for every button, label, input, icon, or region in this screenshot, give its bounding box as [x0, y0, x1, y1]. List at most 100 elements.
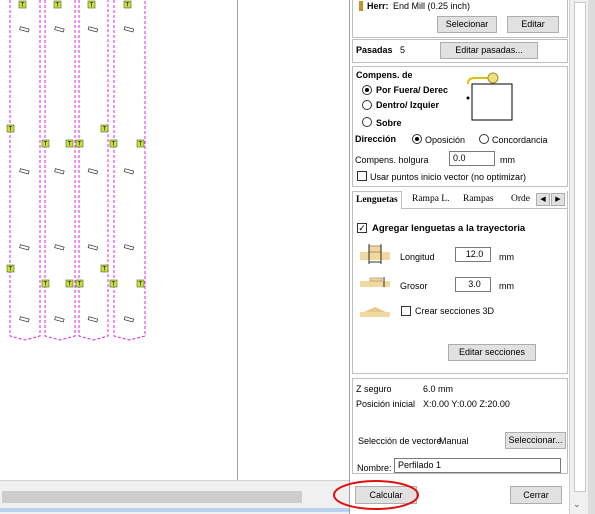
- vector-slot: [87, 244, 99, 251]
- select-vectors-button[interactable]: Seleccionar...: [505, 432, 566, 449]
- add-tabs-label: Agregar lenguetas a la trayectoria: [372, 223, 526, 234]
- vector-start-checkbox[interactable]: [357, 171, 367, 181]
- svg-text:T: T: [68, 282, 72, 288]
- tab-marker-icon[interactable]: T: [65, 279, 74, 288]
- edit-tabs-button[interactable]: Editar secciones: [448, 344, 536, 361]
- vector-slot: [19, 316, 30, 323]
- toolpath-panel: Herr: End Mill (0.25 inch) Selecionar Ed…: [333, 0, 569, 514]
- thickness-label: Grosor: [400, 281, 428, 291]
- drawing-canvas[interactable]: TTTTTTTTTTTTTTTTTT: [0, 0, 238, 480]
- name-field[interactable]: Perfilado 1: [394, 458, 561, 473]
- length-label: Longitud: [400, 252, 435, 262]
- vector-slot: [87, 168, 99, 175]
- vector-slot: [19, 26, 30, 33]
- tab-lenguetas[interactable]: Lenguetas: [352, 191, 402, 209]
- vector-start-label: Usar puntos inicio vector (no optimizar): [370, 172, 527, 182]
- thickness-field[interactable]: 3.0: [455, 277, 491, 292]
- offset-inside-radio[interactable]: [362, 100, 372, 110]
- offset-on-label: Sobre: [376, 118, 402, 128]
- tab-3d-icon: [360, 307, 390, 317]
- select-tool-button[interactable]: Selecionar: [437, 16, 497, 33]
- horizontal-scrollbar[interactable]: [0, 480, 349, 514]
- tab-marker-icon[interactable]: T: [123, 0, 132, 9]
- vector-slot: [54, 26, 65, 33]
- close-button[interactable]: Cerrar: [510, 486, 562, 504]
- highlight-circle: [333, 480, 419, 510]
- allowance-unit: mm: [500, 155, 515, 165]
- vertical-scrollbar[interactable]: ⌄: [569, 0, 595, 514]
- offset-outside-radio[interactable]: [362, 85, 372, 95]
- tab-scroll-right-icon[interactable]: ▶: [551, 193, 565, 206]
- svg-text:T: T: [21, 3, 25, 9]
- svg-text:T: T: [139, 282, 143, 288]
- svg-text:T: T: [9, 127, 13, 133]
- vector-slot: [54, 168, 65, 175]
- tab-marker-icon[interactable]: T: [136, 279, 145, 288]
- progress-strip: [0, 508, 349, 512]
- offset-section: Compens. de Por Fuera/ Derec Dentro/ Izq…: [352, 66, 568, 187]
- vector-slot: [19, 168, 30, 175]
- passes-count: 5: [400, 45, 406, 55]
- home-position-value: X:0.00 Y:0.00 Z:20.00: [423, 399, 510, 409]
- tab-orden[interactable]: Orde: [508, 191, 533, 209]
- toolpath-preview: T T T TTT T TTT TTT T TTT T: [6, 0, 146, 341]
- safe-z-label: Z seguro: [356, 384, 392, 394]
- scrollbar-track[interactable]: [2, 491, 302, 503]
- tab-marker-icon[interactable]: T: [109, 279, 118, 288]
- svg-text:T: T: [90, 3, 94, 9]
- tab-thickness-icon: [360, 277, 390, 287]
- tab-marker-icon[interactable]: T: [53, 0, 62, 9]
- tab-marker-icon[interactable]: T: [41, 139, 50, 148]
- offset-on-radio[interactable]: [362, 117, 372, 127]
- tab-length-icon: [360, 244, 390, 264]
- tab-marker-icon[interactable]: T: [65, 139, 74, 148]
- tool-label: Herr:: [367, 1, 389, 11]
- vector-slot: [54, 316, 65, 323]
- tab-marker-icon[interactable]: T: [6, 264, 15, 273]
- svg-text:T: T: [103, 127, 107, 133]
- allowance-field[interactable]: 0.0: [449, 151, 495, 166]
- create-3d-checkbox[interactable]: [401, 306, 411, 316]
- tab-marker-icon[interactable]: T: [87, 0, 96, 9]
- length-field[interactable]: 12.0: [455, 247, 491, 262]
- scrollbar-thumb[interactable]: [574, 2, 586, 492]
- scroll-down-icon[interactable]: ⌄: [573, 499, 581, 510]
- tool-section: Herr: End Mill (0.25 inch) Selecionar Ed…: [352, 0, 568, 38]
- svg-text:T: T: [9, 267, 13, 273]
- window-edge: [588, 0, 595, 514]
- vector-slot: [123, 168, 135, 175]
- vector-slot: [19, 244, 30, 251]
- tab-marker-icon[interactable]: T: [41, 279, 50, 288]
- length-unit: mm: [499, 252, 514, 262]
- name-label: Nombre:: [357, 463, 392, 473]
- offset-outside-label: Por Fuera/ Derec: [376, 85, 449, 95]
- svg-text:T: T: [78, 282, 82, 288]
- vector-slot: [87, 26, 99, 33]
- tab-marker-icon[interactable]: T: [100, 124, 109, 133]
- tab-marker-icon[interactable]: T: [18, 0, 27, 9]
- direction-conventional-radio[interactable]: [479, 134, 489, 144]
- tab-marker-icon[interactable]: T: [6, 124, 15, 133]
- tab-rampas[interactable]: Rampas: [460, 191, 497, 209]
- vector-slot: [123, 26, 135, 33]
- tab-marker-icon[interactable]: T: [100, 264, 109, 273]
- offset-title: Compens. de: [356, 70, 413, 80]
- tab-marker-icon[interactable]: T: [136, 139, 145, 148]
- tab-marker-icon[interactable]: T: [109, 139, 118, 148]
- create-3d-label: Crear secciones 3D: [415, 306, 495, 316]
- svg-text:T: T: [68, 142, 72, 148]
- tab-marker-icon[interactable]: T: [75, 279, 84, 288]
- end-mill-icon: [359, 1, 363, 11]
- vector-slot: [87, 316, 99, 323]
- vector-selection-label: Selección de vectore: [358, 436, 442, 446]
- tab-scroll-left-icon[interactable]: ◀: [536, 193, 550, 206]
- canvas-margin: [238, 0, 349, 480]
- direction-climb-radio[interactable]: [412, 134, 422, 144]
- add-tabs-checkbox[interactable]: ✓: [357, 223, 367, 233]
- tool-value: End Mill (0.25 inch): [393, 1, 471, 11]
- edit-passes-button[interactable]: Editar pasadas...: [440, 42, 538, 59]
- tab-marker-icon[interactable]: T: [75, 139, 84, 148]
- tab-rampa-l[interactable]: Rampa L.: [409, 191, 452, 209]
- allowance-label: Compens. holgura: [355, 155, 429, 165]
- edit-tool-button[interactable]: Editar: [507, 16, 559, 33]
